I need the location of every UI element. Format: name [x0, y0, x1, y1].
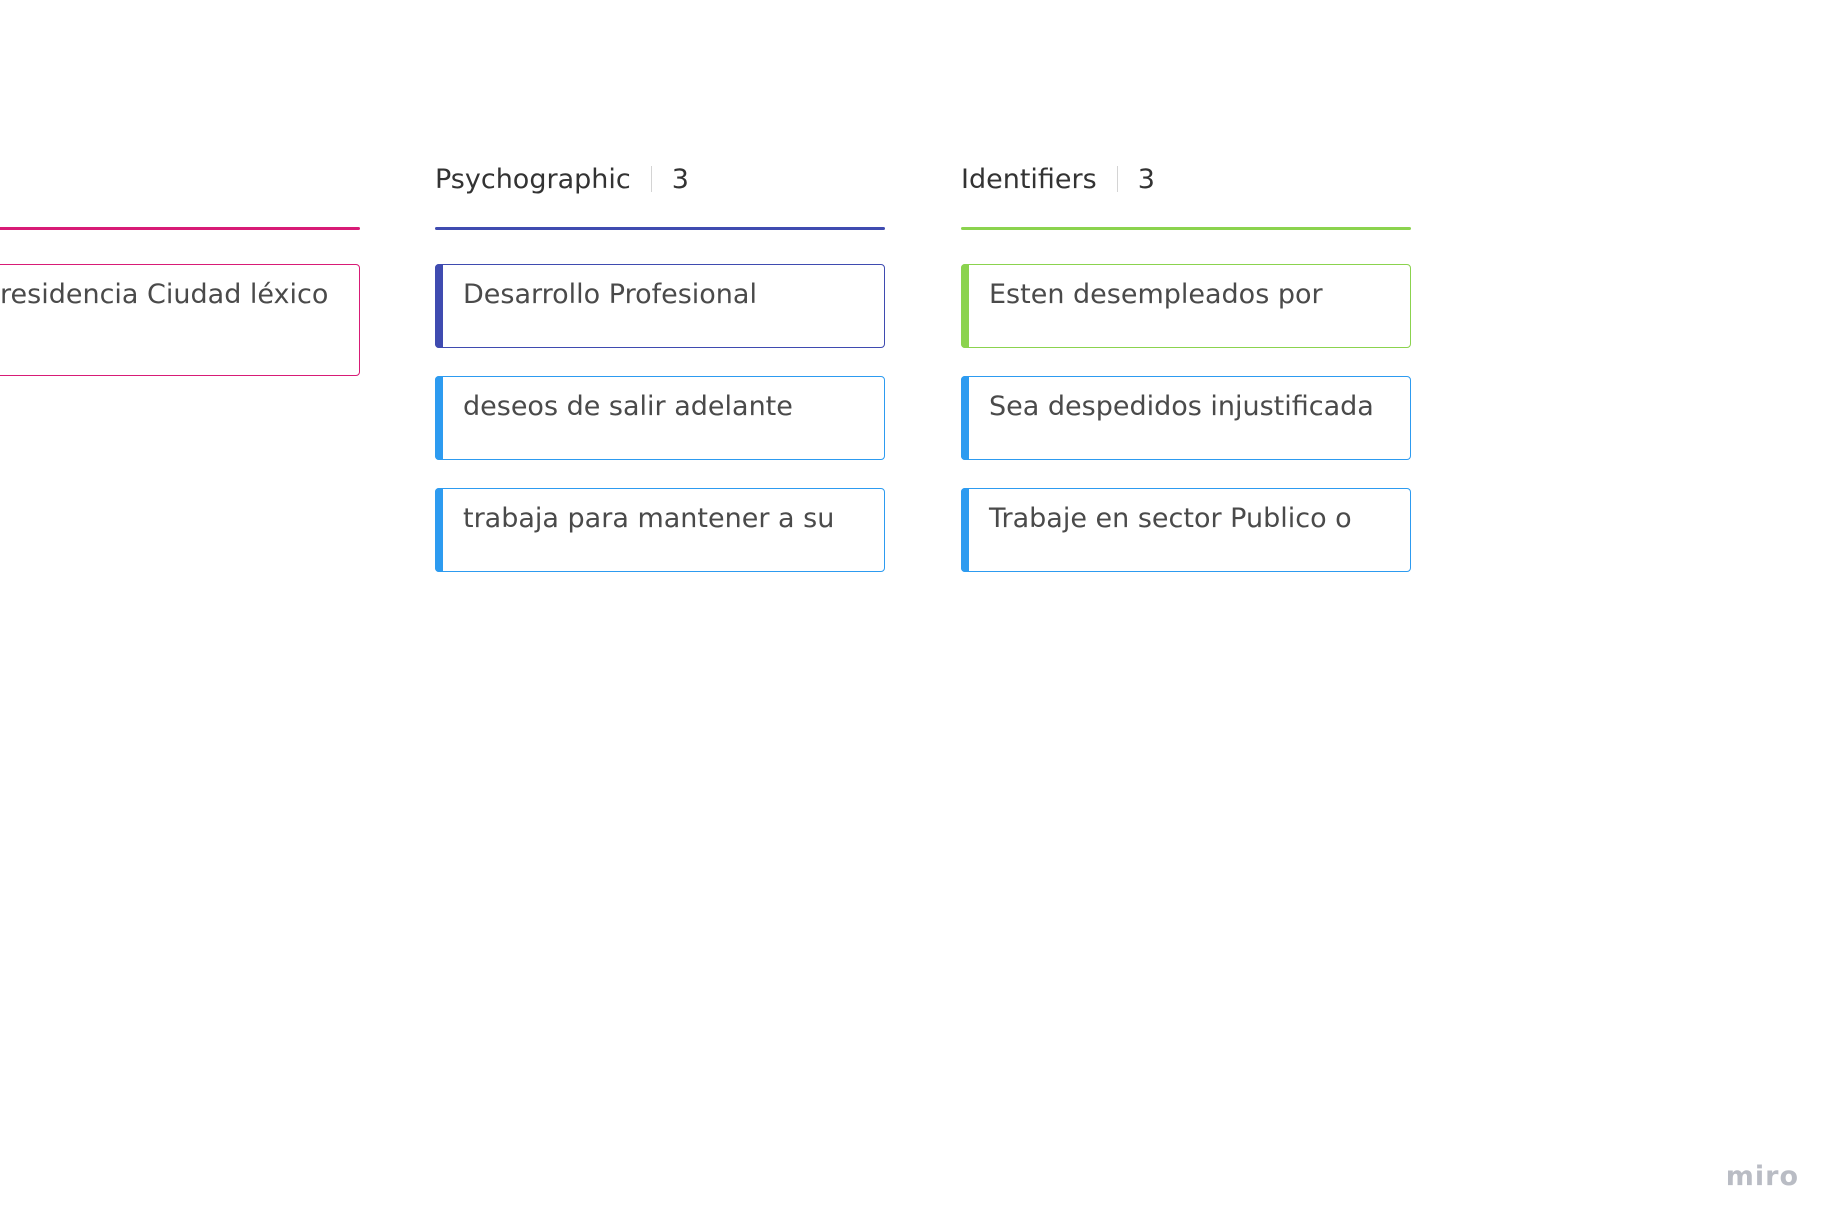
card-text: Trabaje en sector Publico o [989, 503, 1352, 534]
header-separator [650, 166, 652, 192]
card-text: trabaja para mantener a su [463, 503, 835, 534]
header-separator [1116, 166, 1118, 192]
card-accent-bar [435, 488, 443, 572]
card[interactable]: Desarrollo Profesional [435, 264, 885, 348]
column-title: Psychographic [435, 163, 631, 195]
kanban-column-psychographic: Psychographic 3 Desarrollo Profesional d… [435, 160, 885, 600]
card[interactable]: deseos de salir adelante [435, 376, 885, 460]
card-accent-bar [435, 376, 443, 460]
card-list: Esten desempleados por Sea despedidos in… [961, 264, 1411, 572]
column-header[interactable]: Identifiers 3 [961, 160, 1411, 198]
card[interactable]: r de residencia Ciudad léxico [0, 264, 360, 376]
column-underline [435, 227, 885, 230]
card-accent-bar [961, 376, 969, 460]
card[interactable]: Trabaje en sector Publico o [961, 488, 1411, 572]
column-underline [961, 227, 1411, 230]
kanban-column-geographic: on 1 r de residencia Ciudad léxico [0, 160, 360, 404]
card-text: deseos de salir adelante [463, 391, 793, 422]
card-list: r de residencia Ciudad léxico [0, 264, 360, 376]
column-underline [0, 227, 360, 230]
card-text: Esten desempleados por [989, 279, 1323, 310]
column-count: 3 [671, 163, 689, 195]
card-text: r de residencia Ciudad léxico [0, 279, 329, 310]
card[interactable]: Esten desempleados por [961, 264, 1411, 348]
card[interactable]: Sea despedidos injustificada [961, 376, 1411, 460]
miro-logo: miro [1725, 1161, 1799, 1192]
card-text: Sea despedidos injustificada [989, 391, 1374, 422]
column-header[interactable]: on 1 [0, 160, 360, 198]
card-accent-bar [961, 264, 969, 348]
card-text: Desarrollo Profesional [463, 279, 757, 310]
card-accent-bar [961, 488, 969, 572]
column-header[interactable]: Psychographic 3 [435, 160, 885, 198]
column-count: 3 [1137, 163, 1155, 195]
column-title: Identifiers [961, 163, 1097, 195]
card-list: Desarrollo Profesional deseos de salir a… [435, 264, 885, 572]
kanban-column-identifiers: Identifiers 3 Esten desempleados por Sea… [961, 160, 1411, 600]
card-accent-bar [435, 264, 443, 348]
card[interactable]: trabaja para mantener a su [435, 488, 885, 572]
column-count: 1 [0, 164, 2, 195]
